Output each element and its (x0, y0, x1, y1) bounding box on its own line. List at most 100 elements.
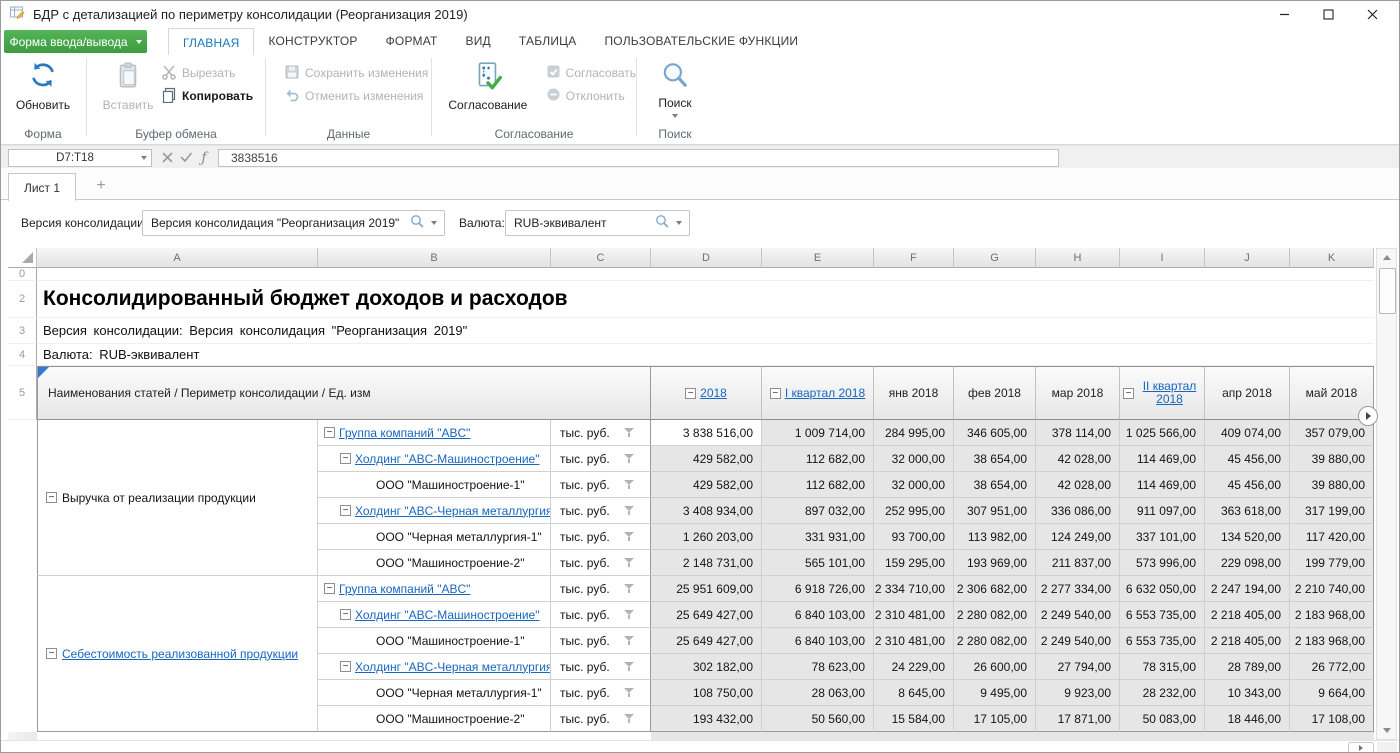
search-icon[interactable] (410, 214, 425, 232)
value-cell[interactable]: 363 618,00 (1205, 498, 1290, 524)
unit-cell[interactable]: тыс. руб. (551, 420, 651, 446)
maximize-button[interactable] (1306, 0, 1350, 28)
value-cell[interactable]: 2 249 540,00 (1036, 628, 1120, 654)
value-cell[interactable]: 6 553 735,00 (1120, 602, 1205, 628)
value-cell[interactable]: 2 247 194,00 (1205, 576, 1290, 602)
value-cell[interactable]: 2 310 481,00 (874, 602, 954, 628)
unit-cell[interactable]: тыс. руб. (551, 680, 651, 706)
value-cell[interactable]: 317 199,00 (1290, 498, 1374, 524)
value-cell[interactable]: 6 840 103,00 (762, 628, 874, 654)
column-header-F[interactable]: F (874, 248, 954, 268)
copy-button[interactable]: Копировать (161, 87, 253, 105)
value-cell[interactable]: 2 218 405,00 (1205, 628, 1290, 654)
value-cell[interactable]: 25 649 427,00 (651, 602, 762, 628)
collapse-icon[interactable] (1123, 388, 1134, 399)
unit-cell[interactable]: тыс. руб. (551, 472, 651, 498)
add-sheet-button[interactable]: + (90, 175, 112, 197)
period-label[interactable]: I квартал 2018 (785, 387, 865, 400)
tab-format[interactable]: ФОРМАТ (372, 28, 452, 54)
value-cell[interactable]: 6 918 726,00 (762, 576, 874, 602)
refresh-button[interactable]: Обновить (3, 55, 83, 112)
value-cell[interactable]: 3 408 934,00 (651, 498, 762, 524)
value-cell[interactable]: 331 931,00 (762, 524, 874, 550)
value-cell[interactable]: 252 995,00 (874, 498, 954, 524)
collapse-icon[interactable] (685, 388, 696, 399)
value-cell[interactable]: 193 432,00 (651, 706, 762, 732)
row-header-5[interactable]: 5 (8, 366, 37, 420)
chevron-down-icon[interactable] (676, 221, 682, 225)
unit-cell[interactable]: тыс. руб. (551, 524, 651, 550)
value-cell[interactable]: 1 009 714,00 (762, 420, 874, 446)
value-cell[interactable]: 1 260 203,00 (651, 524, 762, 550)
value-cell[interactable]: 6 553 735,00 (1120, 628, 1205, 654)
period-header[interactable]: фев 2018 (954, 366, 1036, 420)
value-cell[interactable]: 17 871,00 (1036, 706, 1120, 732)
collapse-icon[interactable] (340, 453, 351, 464)
value-cell[interactable]: 2 210 740,00 (1290, 576, 1374, 602)
company-link[interactable]: Холдинг "ABC-Черная металлургия" (355, 660, 551, 674)
filter-icon[interactable] (623, 505, 636, 516)
value-cell[interactable]: 38 654,00 (954, 472, 1036, 498)
filter-icon[interactable] (623, 661, 636, 672)
approve-button[interactable]: Согласовать (546, 64, 636, 82)
tab-tablitsa[interactable]: ТАБЛИЦА (505, 28, 591, 54)
company-cell[interactable]: Группа компаний "ABC" (318, 420, 551, 446)
value-cell[interactable]: 113 982,00 (954, 524, 1036, 550)
value-cell[interactable]: 114 469,00 (1120, 472, 1205, 498)
column-header-G[interactable]: G (954, 248, 1036, 268)
company-link[interactable]: Холдинг "ABC-Машиностроение" (355, 608, 539, 622)
company-link[interactable]: Группа компаний "ABC" (339, 582, 470, 596)
company-link[interactable]: Холдинг "ABC-Черная металлургия" (355, 504, 551, 518)
scroll-down-button[interactable] (1377, 722, 1396, 739)
value-cell[interactable]: 346 605,00 (954, 420, 1036, 446)
period-header[interactable]: 2018 (651, 366, 762, 420)
tab-user-functions[interactable]: ПОЛЬЗОВАТЕЛЬСКИЕ ФУНКЦИИ (590, 28, 812, 54)
tab-glavnaya[interactable]: ГЛАВНАЯ (168, 28, 254, 56)
period-header[interactable]: апр 2018 (1205, 366, 1290, 420)
value-cell[interactable]: 26 600,00 (954, 654, 1036, 680)
search-icon[interactable] (655, 214, 670, 232)
value-cell[interactable]: 78 623,00 (762, 654, 874, 680)
cancel-entry-button[interactable] (158, 149, 176, 166)
chevron-down-icon[interactable] (431, 221, 437, 225)
article-cell[interactable]: Себестоимость реализованной продукции (37, 576, 318, 732)
tab-vid[interactable]: ВИД (452, 28, 505, 54)
consolidation-version-input[interactable]: Версия консолидация "Реорганизация 2019" (142, 210, 445, 236)
company-cell[interactable]: Холдинг "ABC-Машиностроение" (318, 602, 551, 628)
value-cell[interactable]: 211 837,00 (1036, 550, 1120, 576)
save-changes-button[interactable]: Сохранить изменения (284, 64, 431, 82)
value-cell[interactable]: 124 249,00 (1036, 524, 1120, 550)
company-cell[interactable]: ООО "Машиностроение-2" (318, 706, 551, 732)
unit-cell[interactable]: тыс. руб. (551, 654, 651, 680)
company-cell[interactable]: Холдинг "ABC-Черная металлургия" (318, 654, 551, 680)
value-cell[interactable]: 112 682,00 (762, 446, 874, 472)
value-cell[interactable]: 911 097,00 (1120, 498, 1205, 524)
value-cell[interactable]: 229 098,00 (1205, 550, 1290, 576)
value-cell[interactable]: 42 028,00 (1036, 446, 1120, 472)
value-cell[interactable]: 2 277 334,00 (1036, 576, 1120, 602)
value-cell[interactable]: 2 306 682,00 (954, 576, 1036, 602)
value-cell[interactable]: 78 315,00 (1120, 654, 1205, 680)
confirm-entry-button[interactable] (177, 149, 195, 166)
value-cell[interactable]: 9 495,00 (954, 680, 1036, 706)
company-cell[interactable]: Холдинг "ABC-Машиностроение" (318, 446, 551, 472)
value-cell[interactable]: 28 232,00 (1120, 680, 1205, 706)
value-cell[interactable]: 28 789,00 (1205, 654, 1290, 680)
filter-icon[interactable] (623, 479, 636, 490)
horizontal-scrollbar[interactable] (0, 740, 1400, 753)
collapse-icon[interactable] (46, 648, 57, 659)
company-cell[interactable]: ООО "Черная металлургия-1" (318, 524, 551, 550)
value-cell[interactable]: 2 148 731,00 (651, 550, 762, 576)
value-cell[interactable]: 38 654,00 (954, 446, 1036, 472)
collapse-icon[interactable] (770, 388, 781, 399)
value-cell[interactable]: 302 182,00 (651, 654, 762, 680)
value-cell[interactable]: 3 838 516,00 (651, 420, 762, 446)
value-cell[interactable]: 9 664,00 (1290, 680, 1374, 706)
sheet-tab-list1[interactable]: Лист 1 (8, 173, 76, 201)
unit-cell[interactable]: тыс. руб. (551, 550, 651, 576)
value-cell[interactable]: 17 108,00 (1290, 706, 1374, 732)
value-cell[interactable]: 50 560,00 (762, 706, 874, 732)
value-cell[interactable]: 114 469,00 (1120, 446, 1205, 472)
value-cell[interactable]: 42 028,00 (1036, 472, 1120, 498)
value-cell[interactable]: 159 295,00 (874, 550, 954, 576)
